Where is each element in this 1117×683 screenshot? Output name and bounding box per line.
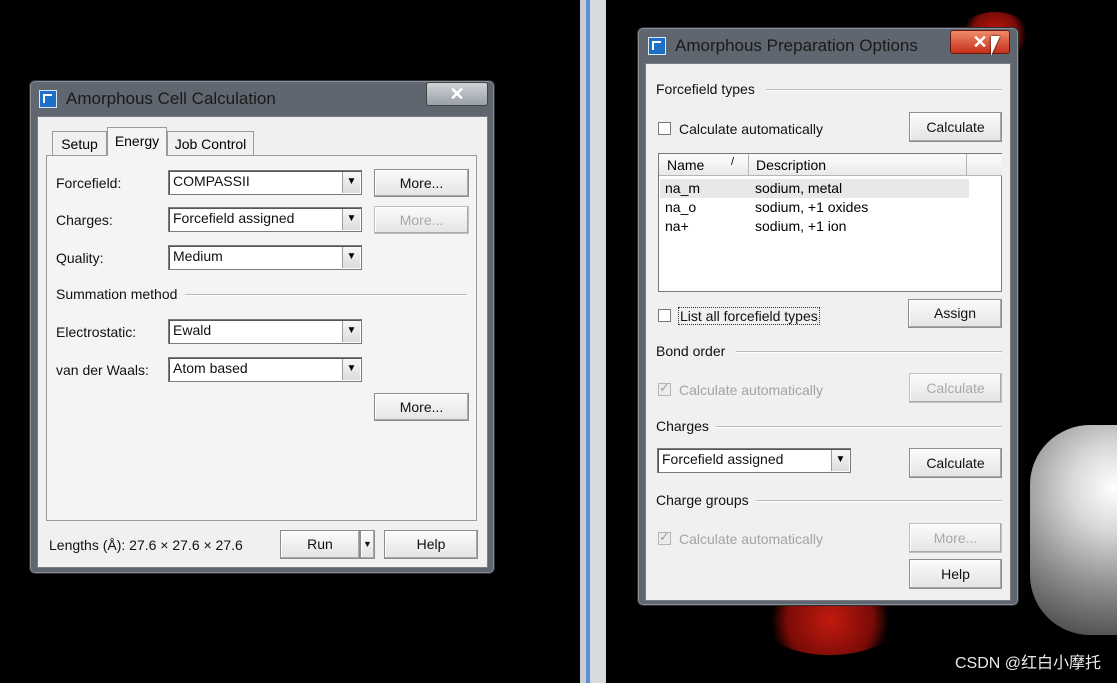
summation-more-button[interactable]: More... [374,393,469,421]
forcefield-more-button[interactable]: More... [374,169,469,197]
chevron-down-icon[interactable]: ▼ [342,321,360,342]
type-name: na+ [665,218,689,234]
type-description: sodium, +1 oxides [755,199,869,215]
run-button[interactable]: Run [280,530,360,559]
column-header-description-label: Description [756,157,827,173]
tab-job-control[interactable]: Job Control [167,131,254,155]
table-row[interactable]: na+ sodium, +1 ion [660,217,969,236]
electrostatic-dropdown[interactable]: Ewald ▼ [168,319,362,344]
forcefield-dropdown[interactable]: COMPASSII ▼ [168,170,362,195]
section-divider [716,426,1002,428]
help-button[interactable]: Help [909,559,1002,589]
dialog-body: Setup Energy Job Control Forcefield: COM… [37,116,488,568]
type-name: na_o [665,199,697,215]
sort-indicator-icon: / [731,156,735,168]
column-header-name[interactable]: Name / [659,154,749,176]
van-der-waals-value: Atom based [173,360,248,376]
quality-dropdown[interactable]: Medium ▼ [168,245,362,270]
summation-method-heading: Summation method [56,286,178,302]
van-der-waals-label: van der Waals: [56,362,149,378]
tab-energy[interactable]: Energy [107,127,167,156]
tab-setup[interactable]: Setup [52,131,107,155]
bond-calc-auto-checkbox[interactable]: ✓ [658,380,671,396]
window-title: Amorphous Cell Calculation [66,89,276,108]
energy-tab-panel: Forcefield: COMPASSII ▼ More... Charges:… [46,155,477,521]
app-icon [648,37,666,55]
charges-heading: Charges [656,418,709,434]
dialog-body: Forcefield types Calculate automatically… [645,63,1011,601]
type-description: sodium, +1 ion [755,218,847,234]
quality-label: Quality: [56,250,104,266]
run-options-dropdown[interactable]: ▼ [360,530,375,559]
section-divider [736,351,1002,353]
charges-more-button[interactable]: More... [374,206,469,234]
charges-value: Forcefield assigned [173,210,295,226]
bond-order-heading: Bond order [656,343,726,359]
electrostatic-value: Ewald [173,322,212,338]
amorphous-preparation-options-window: Amorphous Preparation Options ✕ Forcefie… [637,27,1019,606]
van-der-waals-dropdown[interactable]: Atom based ▼ [168,357,362,382]
column-header-name-label: Name [667,157,705,173]
table-row[interactable]: na_o sodium, +1 oxides [660,198,969,217]
charges-label: Charges: [56,212,113,228]
title-bar[interactable]: Amorphous Preparation Options ✕ [638,28,1018,64]
chevron-down-icon[interactable]: ▼ [342,209,360,230]
calculate-automatically-checkbox[interactable] [658,122,671,135]
charge-groups-more-button[interactable]: More... [909,523,1002,553]
help-button[interactable]: Help [384,530,478,559]
bond-calc-auto-label: Calculate automatically [679,382,823,398]
quality-value: Medium [173,248,223,264]
charge-groups-calc-auto-label: Calculate automatically [679,531,823,547]
table-row[interactable]: na_m sodium, metal [660,179,969,198]
mouse-cursor-icon [991,36,1000,56]
type-description: sodium, metal [755,180,843,196]
forcefield-calculate-button[interactable]: Calculate [909,112,1002,142]
divider-line-edge [590,0,606,683]
grey-atom-sphere [1030,425,1117,635]
list-all-types-label: List all forcefield types [678,307,820,325]
section-divider [185,294,467,296]
electrostatic-label: Electrostatic: [56,324,137,340]
close-button[interactable]: ✕ [426,82,488,106]
charges-value: Forcefield assigned [662,451,784,467]
title-bar[interactable]: Amorphous Cell Calculation ✕ [30,81,494,117]
charges-dropdown[interactable]: Forcefield assigned ▼ [168,207,362,232]
close-button[interactable]: ✕ [950,30,1010,54]
app-icon [39,90,57,108]
charge-groups-calc-auto-checkbox[interactable]: ✓ [658,529,671,545]
checkmark-icon: ✓ [659,380,670,395]
chevron-down-icon[interactable]: ▼ [342,172,360,193]
window-title: Amorphous Preparation Options [675,36,918,55]
charges-calculate-button[interactable]: Calculate [909,448,1002,478]
bond-calculate-button[interactable]: Calculate [909,373,1002,403]
column-header-filler [967,154,1002,176]
chevron-down-icon[interactable]: ▼ [342,247,360,268]
charges-dropdown[interactable]: Forcefield assigned ▼ [657,448,851,473]
checkmark-icon: ✓ [659,529,670,544]
forcefield-value: COMPASSII [173,173,250,189]
calculate-automatically-label: Calculate automatically [679,121,823,137]
chevron-down-icon[interactable]: ▼ [831,450,849,471]
watermark: CSDN @红白小摩托 [954,655,1101,672]
charge-groups-heading: Charge groups [656,492,749,508]
assign-button[interactable]: Assign [908,299,1002,328]
forcefield-types-heading: Forcefield types [656,81,755,97]
lengths-readout: Lengths (Å): 27.6 × 27.6 × 27.6 [49,537,243,553]
amorphous-cell-calculation-window: Amorphous Cell Calculation ✕ Setup Energ… [29,80,495,574]
section-divider [756,500,1002,502]
list-all-types-checkbox[interactable] [658,309,671,322]
forcefield-types-table: Name / Description na_m sodium, metal na… [658,153,1002,292]
column-header-description[interactable]: Description [749,154,967,176]
type-name: na_m [665,180,701,196]
section-divider [766,89,1002,91]
forcefield-label: Forcefield: [56,175,122,191]
chevron-down-icon[interactable]: ▼ [342,359,360,380]
